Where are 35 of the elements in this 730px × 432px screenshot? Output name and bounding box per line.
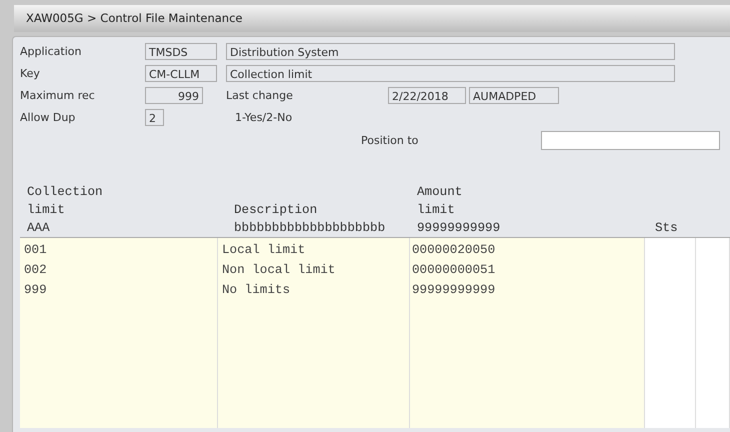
- table-cell-text: Local limit: [222, 242, 306, 259]
- table-cell-text: Non local limit: [222, 262, 336, 279]
- table-cell-text: No limits: [222, 282, 292, 299]
- field-label: Position to: [361, 134, 420, 146]
- last-change-user-field: AUMADPED: [469, 86, 559, 104]
- column-pattern: AAA: [27, 220, 51, 237]
- column-heading: limit: [417, 202, 456, 219]
- field-label: Maximum rec: [19, 88, 96, 102]
- key-name-field: Collection limit: [226, 64, 675, 82]
- table-cell-text: 00000000051: [412, 262, 496, 279]
- application-name-field: Distribution System: [226, 42, 675, 60]
- field-label: Allow Dup: [19, 110, 76, 124]
- allow-dup-hint: 1-Yes/2-No: [235, 110, 292, 124]
- last-change-date-field: 2/22/2018: [388, 86, 466, 104]
- table-cell-text: 00000020050: [412, 242, 496, 259]
- maximum-rec-field: 999: [145, 86, 203, 104]
- table-cell-text: 002: [24, 262, 48, 279]
- column-pattern: bbbbbbbbbbbbbbbbbbbb: [234, 220, 386, 237]
- key-code-field: CM-CLLM: [145, 64, 217, 82]
- application-code-field: TMSDS: [145, 42, 217, 60]
- column-pattern: 99999999999: [417, 220, 502, 237]
- table-cell-text: 99999999999: [412, 282, 496, 299]
- position-to-field[interactable]: [541, 130, 720, 150]
- field-label: Key: [19, 66, 41, 80]
- column-heading: limit: [27, 202, 66, 219]
- column-heading: Amount: [417, 184, 464, 201]
- window-title: XAW005G > Control File Maintenance: [14, 5, 730, 32]
- field-label: Last change: [226, 88, 294, 102]
- table-cell-text: 999: [24, 282, 48, 299]
- column-heading: Sts: [655, 220, 679, 237]
- column-heading: Collection: [27, 184, 104, 201]
- field-label: Application: [19, 44, 82, 58]
- allow-dup-field: 2: [145, 108, 164, 126]
- table-cell-text: 001: [24, 242, 48, 259]
- column-heading: Description: [234, 202, 318, 219]
